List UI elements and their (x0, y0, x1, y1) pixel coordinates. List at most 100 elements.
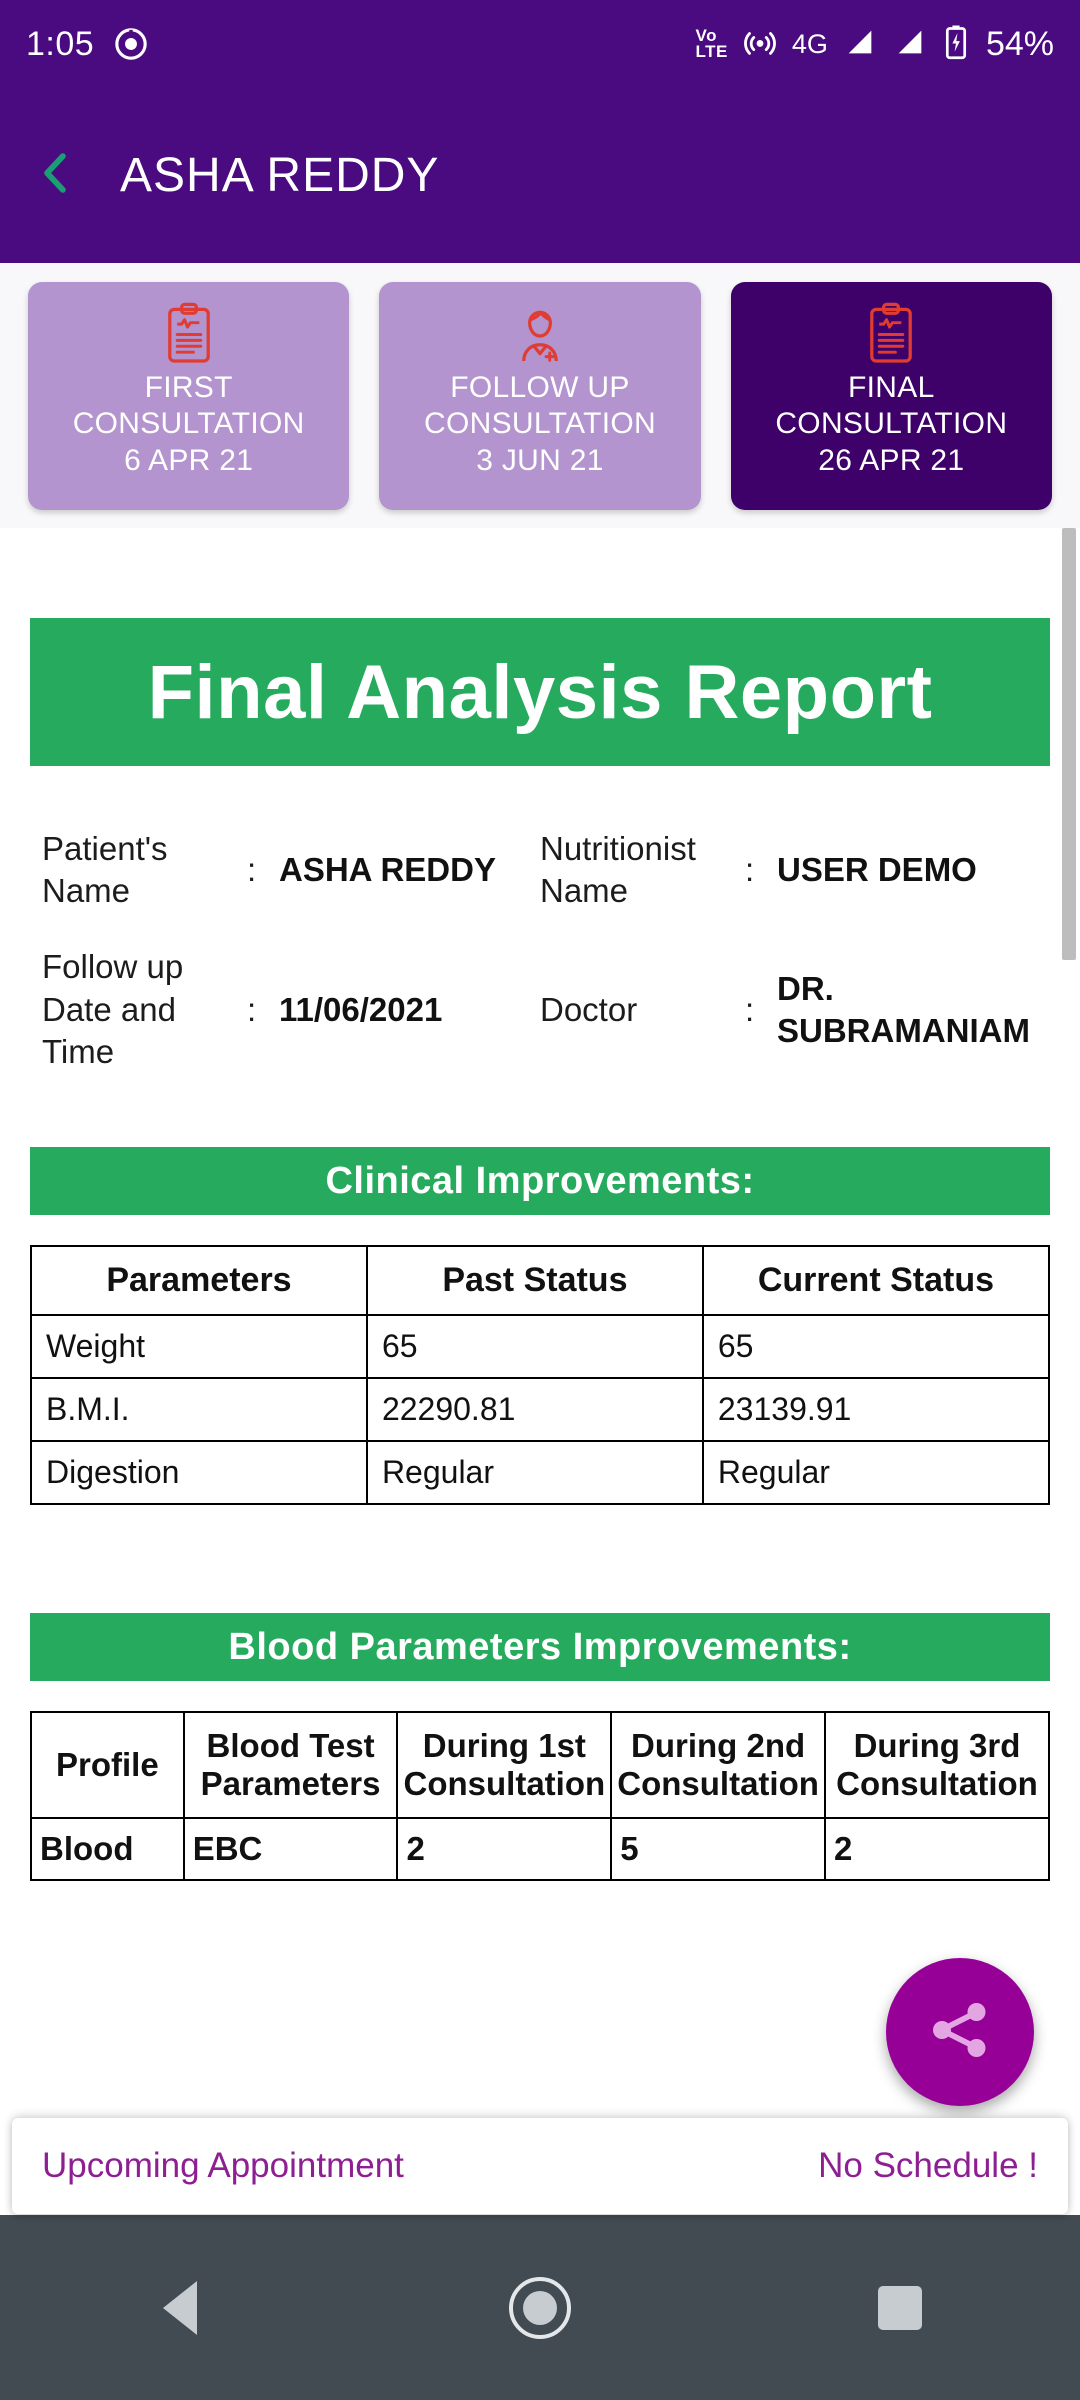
clipboard-medical-icon (161, 302, 217, 364)
report-scroll-area[interactable]: Final Analysis Report Patient's Name : A… (0, 528, 1080, 2120)
report-title: Final Analysis Report (147, 649, 933, 735)
back-button[interactable] (0, 146, 110, 205)
detail-colon: : (745, 990, 755, 1028)
table-row: Digestion Regular Regular (30, 1440, 1051, 1506)
tab-date: 3 JUN 21 (476, 443, 604, 477)
column-header: Past Status (365, 1245, 704, 1317)
report-details: Patient's Name : ASHA REDDY Nutritionist… (30, 828, 1050, 1073)
upcoming-appointment-bar[interactable]: Upcoming Appointment No Schedule ! (12, 2118, 1068, 2214)
table-cell: EBC (182, 1817, 399, 1882)
table-cell: Regular (701, 1440, 1051, 1506)
share-fab-button[interactable] (886, 1958, 1034, 2106)
tab-line-2: CONSULTATION (775, 407, 1008, 441)
table-header-row: Profile Blood Test Parameters During 1st… (30, 1711, 1051, 1820)
tab-date: 26 APR 21 (818, 443, 965, 477)
detail-colon: : (247, 990, 257, 1028)
consultation-tab-final[interactable]: FINAL CONSULTATION 26 APR 21 (730, 281, 1052, 510)
tab-line-2: CONSULTATION (424, 407, 656, 441)
table-row: Weight 65 65 (30, 1314, 1051, 1380)
tab-line-1: FINAL (848, 370, 935, 404)
column-header: During 1st Consultation (396, 1711, 613, 1820)
signal-bars-icon (892, 25, 928, 64)
column-header: During 3rd Consultation (823, 1711, 1051, 1820)
detail-patient-name: Patient's Name : ASHA REDDY (42, 828, 540, 912)
nurse-icon (511, 302, 569, 364)
nav-recents-button[interactable] (820, 2258, 980, 2358)
detail-colon: : (745, 851, 755, 889)
detail-followup-datetime: Follow up Date and Time : 11/06/2021 (42, 946, 540, 1073)
clinical-improvements-table: Parameters Past Status Current Status We… (30, 1245, 1051, 1506)
clipboard-medical-icon (863, 302, 919, 364)
consultation-tab-first[interactable]: FIRST CONSULTATION 6 APR 21 (28, 281, 350, 510)
app-bar: ASHA REDDY (0, 88, 1080, 263)
table-header-row: Parameters Past Status Current Status (30, 1245, 1051, 1317)
detail-label: Patient's Name (42, 830, 168, 910)
table-cell: 65 (701, 1314, 1051, 1380)
status-bar: 1:05 Vo LTE 4G 54% (0, 0, 1080, 88)
column-header: During 2nd Consultation (610, 1711, 826, 1820)
detail-nutritionist-name: Nutritionist Name : USER DEMO (540, 828, 1038, 912)
status-bar-icons: Vo LTE 4G 54% (696, 24, 1054, 65)
column-header: Current Status (701, 1245, 1051, 1317)
share-icon (924, 1994, 996, 2071)
clinical-section-banner: Clinical Improvements: (30, 1147, 1050, 1216)
detail-label: Doctor (540, 990, 638, 1028)
table-cell: 22290.81 (365, 1377, 704, 1443)
android-nav-bar (0, 2215, 1080, 2400)
volte-bottom-text: LTE (695, 42, 728, 61)
vertical-scrollbar[interactable] (1062, 528, 1076, 960)
table-cell: Blood (30, 1817, 185, 1882)
tab-line-1: FOLLOW UP (450, 370, 630, 404)
tab-line-2: CONSULTATION (72, 407, 305, 441)
table-cell: B.M.I. (30, 1377, 368, 1443)
nav-back-button[interactable] (100, 2258, 260, 2358)
column-header: Blood Test Parameters (182, 1711, 399, 1820)
consultation-tabs: FIRST CONSULTATION 6 APR 21 FOLLOW UP CO… (0, 263, 1080, 528)
tab-date: 6 APR 21 (124, 443, 254, 477)
detail-value: ASHA REDDY (279, 851, 496, 889)
page-title: ASHA REDDY (120, 149, 440, 202)
detail-value: 11/06/2021 (279, 990, 443, 1028)
network-type-label: 4G (791, 28, 828, 59)
consultation-tab-followup[interactable]: FOLLOW UP CONSULTATION 3 JUN 21 (379, 281, 701, 510)
clinical-heading: Clinical Improvements: (325, 1159, 755, 1202)
appointment-status: No Schedule ! (818, 2146, 1038, 2185)
column-header: Parameters (30, 1245, 368, 1317)
volte-icon: Vo LTE (695, 27, 728, 61)
blood-section-banner: Blood Parameters Improvements: (30, 1613, 1050, 1682)
appointment-label: Upcoming Appointment (42, 2146, 404, 2185)
detail-doctor: Doctor : DR. SUBRAMANIAM (540, 946, 1038, 1073)
detail-colon: : (247, 851, 257, 889)
triangle-back-icon (163, 2280, 197, 2335)
table-cell: 65 (365, 1314, 704, 1380)
detail-value: DR. SUBRAMANIAM (777, 969, 1030, 1049)
circle-home-icon (509, 2276, 571, 2339)
table-cell: Regular (365, 1440, 704, 1506)
column-header: Profile (30, 1711, 185, 1820)
detail-value: USER DEMO (777, 851, 977, 889)
nav-home-button[interactable] (460, 2258, 620, 2358)
blood-parameters-table: Profile Blood Test Parameters During 1st… (30, 1711, 1051, 1882)
table-cell: 2 (396, 1817, 613, 1882)
table-cell: 5 (610, 1817, 826, 1882)
consultation-tab-label: FINAL CONSULTATION 26 APR 21 (775, 370, 1007, 480)
report-title-banner: Final Analysis Report (30, 618, 1050, 766)
screen-rotation-icon (114, 27, 148, 61)
hotspot-icon (742, 25, 778, 64)
battery-percent-label: 54% (985, 24, 1054, 63)
table-row: Blood EBC 2 5 2 (30, 1817, 1051, 1882)
blood-heading: Blood Parameters Improvements: (228, 1625, 852, 1668)
consultation-tab-label: FIRST CONSULTATION 6 APR 21 (73, 370, 305, 480)
detail-label: Nutritionist Name (540, 830, 696, 910)
consultation-tab-label: FOLLOW UP CONSULTATION 3 JUN 21 (424, 370, 656, 480)
status-bar-clock: 1:05 (26, 24, 95, 63)
table-cell: 23139.91 (701, 1377, 1051, 1443)
table-cell: Weight (30, 1314, 368, 1380)
battery-charging-icon (942, 24, 970, 65)
table-cell: 2 (823, 1817, 1051, 1882)
square-recents-icon (878, 2285, 922, 2330)
table-cell: Digestion (30, 1440, 368, 1506)
chevron-left-icon (28, 146, 82, 205)
signal-bars-icon (842, 25, 878, 64)
detail-label: Follow up Date and Time (42, 948, 184, 1070)
